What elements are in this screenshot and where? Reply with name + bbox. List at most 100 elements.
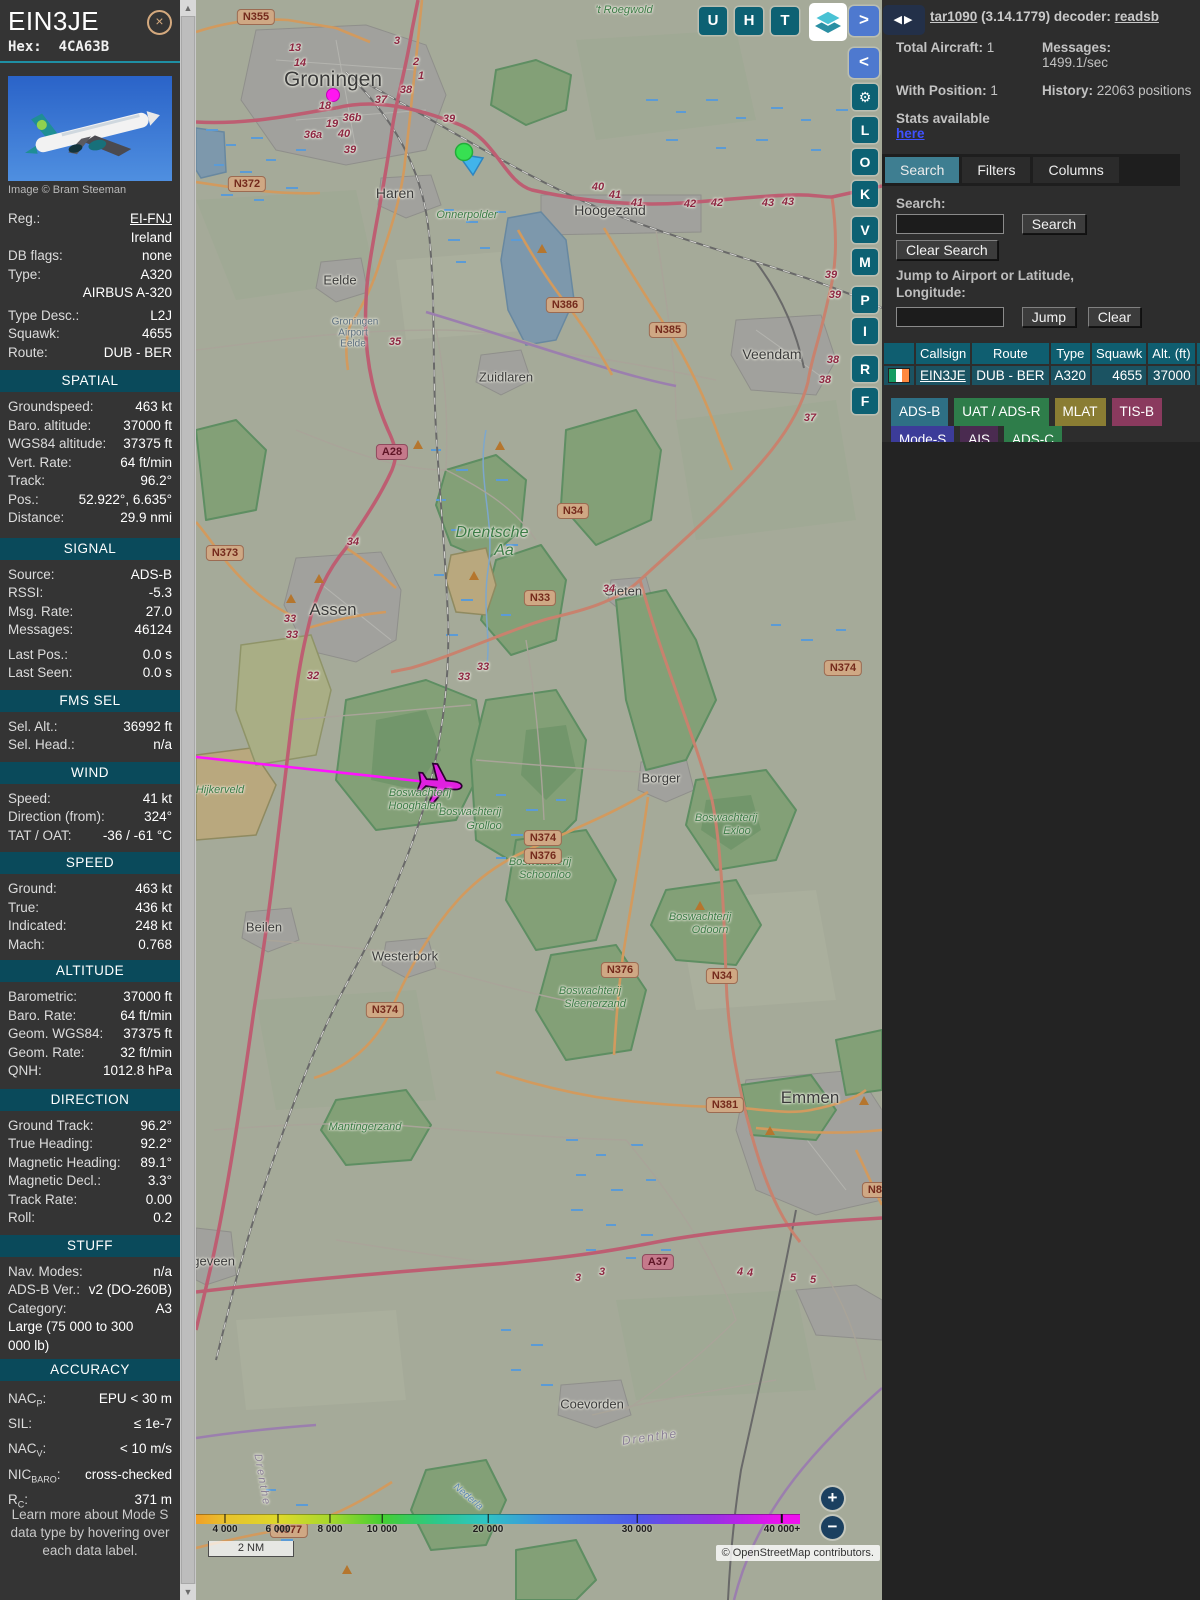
panel-toggle-button[interactable]: ◀▶ [883, 5, 925, 35]
search-button[interactable]: Search [1021, 213, 1087, 234]
map-button-o[interactable]: O [852, 149, 878, 175]
category-description: Large (75 000 to 300 000 lb) [8, 1319, 134, 1353]
panel-tab[interactable]: Columns [1033, 157, 1119, 183]
row-squawk: 4655 [1092, 366, 1147, 385]
ireland-flag-icon [888, 368, 910, 383]
map-button-m[interactable]: M [852, 249, 878, 275]
scrollbar-thumb[interactable] [181, 16, 195, 1584]
data-row: QNH: 1012.8 hPa [8, 1063, 172, 1078]
tar1090-link[interactable]: tar1090 [930, 9, 977, 24]
source-badge[interactable]: UAT / ADS-R [954, 398, 1049, 426]
data-row: Ground Track: 96.2° [8, 1117, 172, 1133]
hex-code: Hex: 4CA63B [8, 39, 110, 55]
aircraft-list-panel: ◀▶ tar1090 (3.14.1779) decoder: readsb T… [882, 0, 1200, 1600]
section-header-altitude: ALTITUDE [0, 960, 180, 982]
data-row: Track: 96.2° [8, 473, 172, 488]
data-row: NACV: < 10 m/s [8, 1441, 172, 1460]
map-button-k[interactable]: K [852, 181, 878, 207]
source-badge[interactable]: MLAT [1054, 398, 1106, 426]
callsign-title: EIN3JE [8, 6, 100, 36]
zoom-out-button[interactable]: − [821, 1516, 844, 1539]
data-row: Speed: 41 kt [8, 790, 172, 806]
total-aircraft: Total Aircraft: 1 [896, 40, 995, 55]
map-button-p[interactable]: P [852, 287, 878, 313]
data-row: Distance: 29.9 nmi [8, 510, 172, 525]
row-type: A320 [1050, 366, 1091, 385]
spatial-rows: Groundspeed: 463 kt Baro. altitude: 37000 f… [0, 398, 180, 528]
zoom-in-button[interactable]: + [821, 1487, 844, 1510]
section-header-accuracy: ACCURACY [0, 1359, 180, 1381]
map-button-i[interactable]: I [852, 318, 878, 344]
map-button-u[interactable]: U [699, 7, 727, 35]
table-header-row: Callsign Route Type Squawk Alt. (ft) [884, 343, 1200, 364]
panel-tab[interactable]: Search [885, 157, 960, 183]
jump-clear-button[interactable]: Clear [1087, 306, 1142, 327]
readsb-link[interactable]: readsb [1115, 9, 1159, 24]
panel-tabs: Search Filters Columns [882, 154, 1180, 186]
map-button-t[interactable]: T [771, 7, 799, 35]
app-title: tar1090 (3.14.1779) decoder: readsb [930, 9, 1159, 24]
aircraft-row[interactable]: EIN3JE DUB - BER A320 4655 37000 [884, 366, 1200, 385]
data-row: Source: ADS-B [8, 566, 172, 582]
data-row: Category: A3 [8, 1300, 172, 1316]
section-header-signal: SIGNAL [0, 537, 180, 560]
map-button-v[interactable]: V [852, 217, 878, 243]
registration-link[interactable]: EI-FNJ [130, 210, 172, 229]
source-badge[interactable]: TIS-B [1111, 398, 1163, 426]
map-canvas[interactable]: Groningen Haren Hoogezand Eelde Zuidlaren Vee… [196, 0, 882, 1600]
jump-input[interactable] [896, 307, 1004, 327]
map-button-r[interactable]: R [852, 356, 878, 382]
data-row: Magnetic Decl.: 3.3° [8, 1173, 172, 1188]
close-icon[interactable]: × [147, 10, 172, 35]
reg-row: Reg.: EI-FNJ [0, 210, 180, 229]
photo-credit: Image © Bram Steeman [8, 184, 127, 196]
layers-icon [813, 10, 843, 33]
jump-button[interactable]: Jump [1021, 306, 1076, 327]
stats-here-link[interactable]: here [896, 126, 925, 141]
col-alt[interactable]: Alt. (ft) [1148, 343, 1195, 364]
layers-button[interactable] [809, 3, 847, 41]
row-alt: 37000 [1148, 366, 1195, 385]
data-row: Groundspeed: 463 kt [8, 399, 172, 414]
clear-search-button[interactable]: Clear Search [896, 240, 998, 260]
row-route: DUB - BER [972, 366, 1049, 385]
data-row: Direction (from): 324° [8, 809, 172, 824]
panel-tab[interactable]: Filters [962, 157, 1031, 183]
aircraft-photo[interactable] [8, 76, 172, 181]
row-callsign-link[interactable]: EIN3JE [920, 368, 966, 383]
stats-available: Stats available here [896, 111, 990, 141]
map-button-l[interactable]: L [852, 117, 878, 143]
data-row: Geom. Rate: 32 ft/min [8, 1044, 172, 1060]
sidebar-scrollbar[interactable]: ▲ ▼ [180, 0, 196, 1600]
map-basemap [196, 0, 882, 1600]
search-input[interactable] [896, 214, 1004, 234]
country: Ireland [130, 229, 172, 245]
scroll-down-icon[interactable]: ▼ [180, 1584, 196, 1600]
data-row: Roll: 0.2 [8, 1210, 172, 1225]
scroll-up-icon[interactable]: ▲ [180, 0, 196, 16]
source-badge[interactable]: ADS-C [1004, 426, 1063, 442]
col-callsign[interactable]: Callsign [916, 343, 971, 364]
data-row: NICBARO: cross-checked [8, 1466, 172, 1485]
data-row: Last Pos.: 0.0 s [8, 646, 172, 662]
panel-collapse-button[interactable]: < [849, 48, 879, 78]
panel-expand-button[interactable]: > [849, 6, 879, 36]
map-attribution[interactable]: © OpenStreetMap contributors. [715, 1545, 880, 1561]
settings-gear-icon[interactable]: ⚙ [852, 84, 878, 110]
source-badge[interactable]: AIS [960, 426, 999, 442]
data-row: Sel. Head.: n/a [8, 737, 172, 752]
data-row: True: 436 kt [8, 899, 172, 915]
data-row: True Heading: 92.2° [8, 1136, 172, 1151]
flag-cell [884, 366, 914, 385]
col-squawk[interactable]: Squawk [1092, 343, 1147, 364]
section-header-fms: FMS SEL [0, 689, 180, 712]
col-route[interactable]: Route [972, 343, 1049, 364]
source-badge[interactable]: Mode-S [891, 426, 955, 442]
data-row: Pos.: 52.922°, 6.635° [8, 491, 172, 507]
map-button-f[interactable]: F [852, 388, 878, 414]
source-badge[interactable]: ADS-B [891, 398, 949, 426]
col-type[interactable]: Type [1050, 343, 1091, 364]
data-row: Track Rate: 0.00 [8, 1191, 172, 1207]
history-position-dot [326, 88, 340, 102]
map-button-h[interactable]: H [735, 7, 763, 35]
